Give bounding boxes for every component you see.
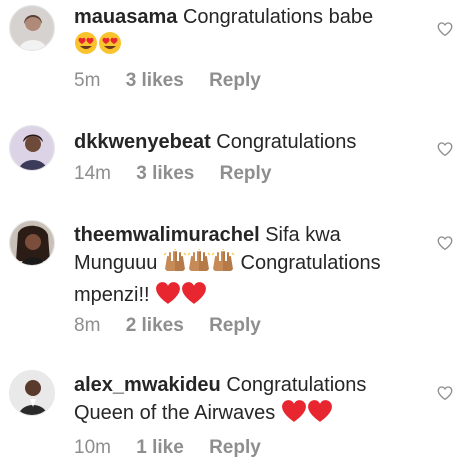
raising-hands-emoji bbox=[163, 249, 187, 281]
comment-time: 14m bbox=[74, 163, 111, 184]
comment-text: Congratulations bbox=[240, 252, 381, 274]
comment-username[interactable]: mauasama bbox=[74, 6, 177, 28]
comment-meta: 5m 3 likes Reply bbox=[74, 70, 261, 92]
comment-body: theemwalimurachel Sifa kwa Munguuu Congr… bbox=[74, 221, 419, 313]
comment-meta: 14m 3 likes Reply bbox=[74, 163, 271, 185]
red-heart-emoji bbox=[181, 281, 207, 313]
comment-meta: 10m 1 like Reply bbox=[74, 437, 261, 459]
comment-text: Munguuu bbox=[74, 252, 158, 274]
comment-body: alex_mwakideu Congratulations Queen of t… bbox=[74, 371, 419, 431]
heart-outline-icon[interactable] bbox=[436, 20, 454, 38]
avatar[interactable] bbox=[9, 370, 55, 416]
comment-text: Congratulations bbox=[216, 131, 357, 153]
comment-likes[interactable]: 3 likes bbox=[136, 163, 194, 184]
comment-text: Congratulations bbox=[226, 374, 367, 396]
red-heart-emoji bbox=[307, 399, 333, 431]
comment-username[interactable]: theemwalimurachel bbox=[74, 224, 260, 246]
comment-text: Sifa kwa bbox=[265, 224, 341, 246]
red-heart-emoji bbox=[155, 281, 181, 313]
comment-meta: 8m 2 likes Reply bbox=[74, 315, 261, 337]
comment-time: 5m bbox=[74, 70, 101, 91]
reply-button[interactable]: Reply bbox=[220, 163, 272, 184]
comment-time: 10m bbox=[74, 437, 111, 458]
comment-time: 8m bbox=[74, 315, 101, 336]
comment-body: dkkwenyebeat Congratulations bbox=[74, 128, 419, 156]
raising-hands-emoji bbox=[211, 249, 235, 281]
comment-text: mpenzi!! bbox=[74, 284, 150, 306]
heart-outline-icon[interactable] bbox=[436, 384, 454, 402]
avatar[interactable] bbox=[9, 220, 55, 266]
comment-body: mauasama Congratulations babe bbox=[74, 3, 419, 63]
red-heart-emoji bbox=[281, 399, 307, 431]
reply-button[interactable]: Reply bbox=[209, 70, 261, 91]
heart-eyes-emoji bbox=[74, 31, 98, 63]
comment-text: Queen of the Airwaves bbox=[74, 402, 276, 424]
heart-eyes-emoji bbox=[98, 31, 122, 63]
heart-outline-icon[interactable] bbox=[436, 234, 454, 252]
comment-text: Congratulations babe bbox=[182, 6, 374, 28]
raising-hands-emoji bbox=[187, 249, 211, 281]
heart-outline-icon[interactable] bbox=[436, 140, 454, 158]
comment-username[interactable]: dkkwenyebeat bbox=[74, 131, 211, 153]
comment-likes[interactable]: 3 likes bbox=[126, 70, 184, 91]
comment-username[interactable]: alex_mwakideu bbox=[74, 374, 221, 396]
avatar[interactable] bbox=[9, 125, 55, 171]
reply-button[interactable]: Reply bbox=[209, 315, 261, 336]
avatar[interactable] bbox=[9, 5, 55, 51]
comment-likes[interactable]: 2 likes bbox=[126, 315, 184, 336]
reply-button[interactable]: Reply bbox=[209, 437, 261, 458]
comment-likes[interactable]: 1 like bbox=[136, 437, 184, 458]
